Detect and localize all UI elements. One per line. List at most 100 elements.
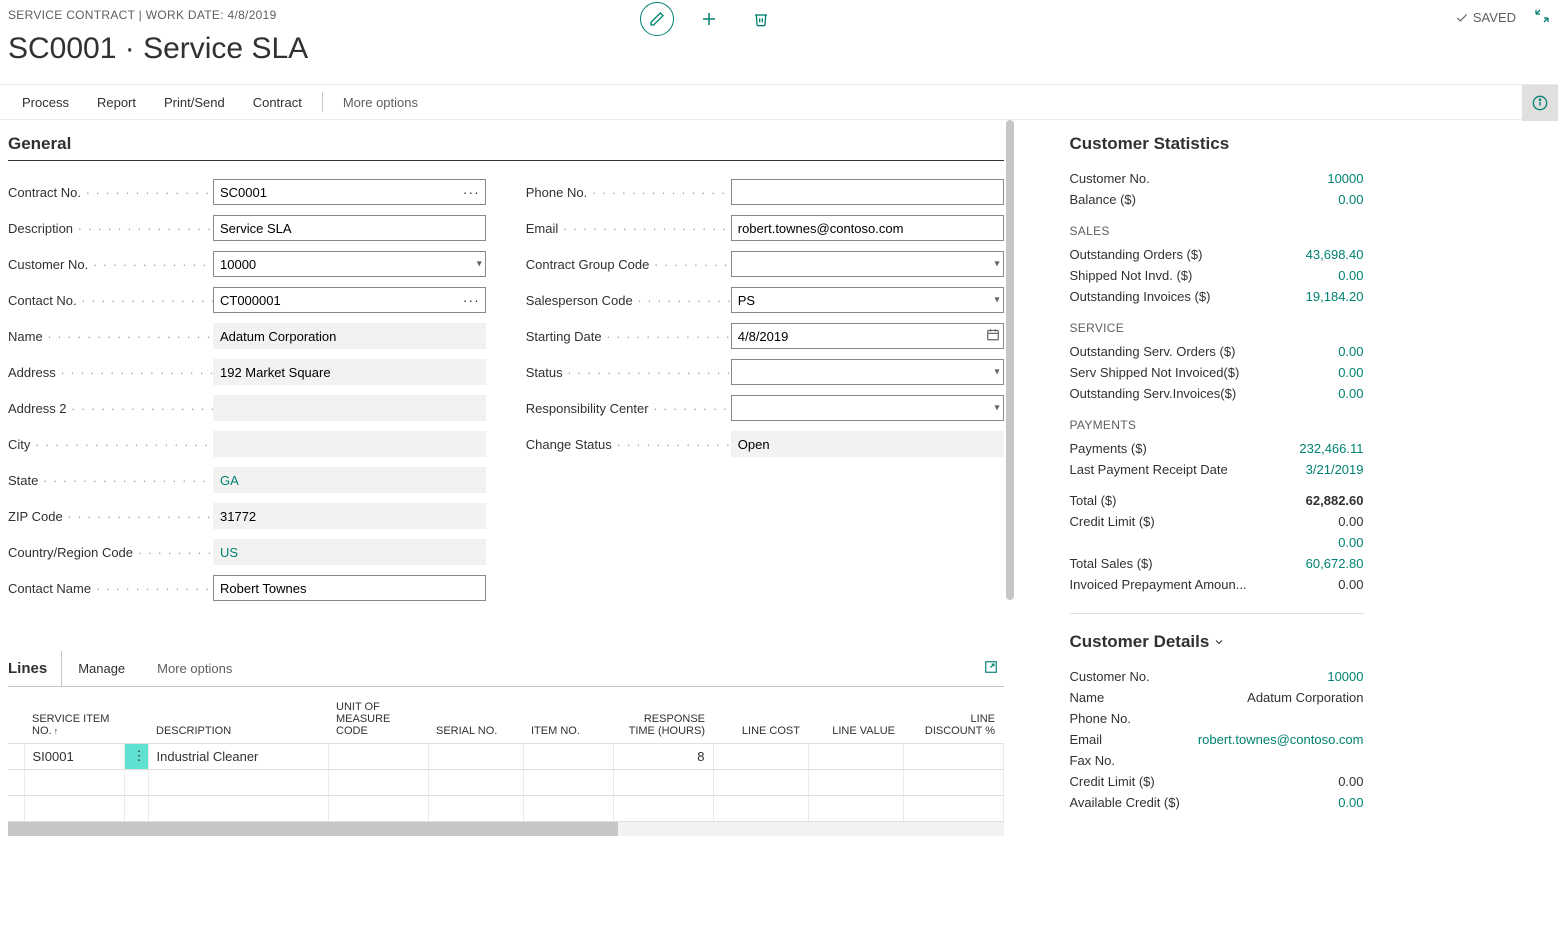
cell-line-discount[interactable] [903,795,1003,821]
col-line-discount[interactable]: LINE DISCOUNT % [903,687,1003,743]
col-line-cost[interactable]: LINE COST [713,687,808,743]
stat-blank[interactable]: 0.00 [1338,535,1363,550]
cell-description[interactable]: Industrial Cleaner [148,743,328,769]
cell-response[interactable] [613,769,713,795]
cell-description[interactable] [148,769,328,795]
resp-center-input[interactable] [731,395,1004,421]
lines-expand-button[interactable] [984,660,998,677]
customer-statistics-title[interactable]: Customer Statistics [1070,134,1364,154]
stat-payments[interactable]: 232,466.11 [1299,441,1363,456]
customer-details-title[interactable]: Customer Details [1070,632,1364,652]
section-lines-title[interactable]: Lines [8,651,62,687]
cell-serial[interactable] [428,743,523,769]
scrollbar-horizontal[interactable] [8,822,1004,836]
cell-uom[interactable] [328,795,428,821]
cell-service-item-no[interactable] [24,769,124,795]
stat-serv-shipped[interactable]: 0.00 [1338,365,1363,380]
phone-input[interactable] [731,179,1004,205]
stat-balance[interactable]: 0.00 [1338,192,1363,207]
contract-group-input[interactable] [731,251,1004,277]
lines-manage[interactable]: Manage [62,661,141,676]
customer-no-input[interactable] [213,251,486,277]
stat-last-payment[interactable]: 3/21/2019 [1306,462,1364,477]
row-select-cell[interactable] [8,769,24,795]
cell-response[interactable] [613,795,713,821]
cell-line-cost[interactable] [713,743,808,769]
section-general-title[interactable]: General [8,134,1004,161]
cell-item-no[interactable] [523,795,613,821]
stat-total-sales[interactable]: 60,672.80 [1306,556,1364,571]
info-icon [1532,95,1548,111]
row-menu-cell[interactable] [124,795,148,821]
email-input[interactable] [731,215,1004,241]
stat-customer-no[interactable]: 10000 [1327,171,1363,186]
row-menu-cell[interactable] [124,769,148,795]
cell-line-discount[interactable] [903,743,1003,769]
stat-serv-inv[interactable]: 0.00 [1338,386,1363,401]
cell-serial[interactable] [428,795,523,821]
action-contract[interactable]: Contract [239,95,316,110]
table-row[interactable] [8,769,1003,795]
scrollbar-vertical[interactable] [1006,120,1014,600]
action-printsend[interactable]: Print/Send [150,95,239,110]
edit-button[interactable] [640,2,674,36]
cell-line-discount[interactable] [903,769,1003,795]
stat-serv-orders[interactable]: 0.00 [1338,344,1363,359]
cell-item-no[interactable] [523,769,613,795]
cell-line-value[interactable] [808,795,903,821]
starting-date-input[interactable] [731,323,1004,349]
action-more-options[interactable]: More options [329,95,432,110]
table-row[interactable]: SI0001⋮Industrial Cleaner 8 [8,743,1003,769]
contact-no-input[interactable] [213,287,486,313]
col-uom[interactable]: UNIT OF MEASURE CODE [328,687,428,743]
cell-service-item-no[interactable] [24,795,124,821]
cell-response[interactable]: 8 [613,743,713,769]
ellipsis-icon[interactable]: ··· [463,184,480,200]
cell-uom[interactable] [328,769,428,795]
contract-no-input[interactable] [213,179,486,205]
cell-line-cost[interactable] [713,769,808,795]
row-select-cell[interactable] [8,743,24,769]
cell-line-cost[interactable] [713,795,808,821]
table-row[interactable] [8,795,1003,821]
col-line-value[interactable]: LINE VALUE [808,687,903,743]
stat-total[interactable]: 62,882.60 [1306,493,1364,508]
new-button[interactable] [692,2,726,36]
description-input[interactable] [213,215,486,241]
col-description[interactable]: DESCRIPTION [148,687,328,743]
cell-item-no[interactable] [523,743,613,769]
cell-uom[interactable] [328,743,428,769]
contact-name-input[interactable] [213,575,486,601]
det-customer-no[interactable]: 10000 [1327,669,1363,684]
col-serial[interactable]: SERIAL NO. [428,687,523,743]
stat-shipped[interactable]: 0.00 [1338,268,1363,283]
salesperson-input[interactable] [731,287,1004,313]
cell-description[interactable] [148,795,328,821]
cell-serial[interactable] [428,769,523,795]
col-response[interactable]: RESPONSE TIME (HOURS) [613,687,713,743]
row-menu-button[interactable]: ⋮ [124,743,148,769]
stat-out-orders-label: Outstanding Orders ($) [1070,247,1203,262]
col-item-no[interactable]: ITEM NO. [523,687,613,743]
row-select-cell[interactable] [8,795,24,821]
det-phone-label: Phone No. [1070,711,1131,726]
delete-button[interactable] [744,2,778,36]
cell-line-value[interactable] [808,743,903,769]
cell-service-item-no[interactable]: SI0001 [24,743,124,769]
det-email[interactable]: robert.townes@contoso.com [1198,732,1364,747]
lines-more-options[interactable]: More options [141,661,248,676]
cell-line-value[interactable] [808,769,903,795]
col-service-item-no[interactable]: SERVICE ITEM NO.↑ [24,687,124,743]
det-avail-credit[interactable]: 0.00 [1338,795,1363,810]
status-select[interactable] [731,359,1004,385]
help-button[interactable] [1522,85,1558,121]
collapse-button[interactable] [1534,8,1550,27]
stat-out-orders[interactable]: 43,698.40 [1306,247,1364,262]
action-report[interactable]: Report [83,95,150,110]
country-input[interactable] [213,539,486,565]
action-process[interactable]: Process [8,95,83,110]
ellipsis-icon[interactable]: ··· [463,292,480,308]
stat-out-inv[interactable]: 19,184.20 [1306,289,1364,304]
state-input[interactable] [213,467,486,493]
lines-table: SERVICE ITEM NO.↑ DESCRIPTION UNIT OF ME… [8,687,1004,822]
